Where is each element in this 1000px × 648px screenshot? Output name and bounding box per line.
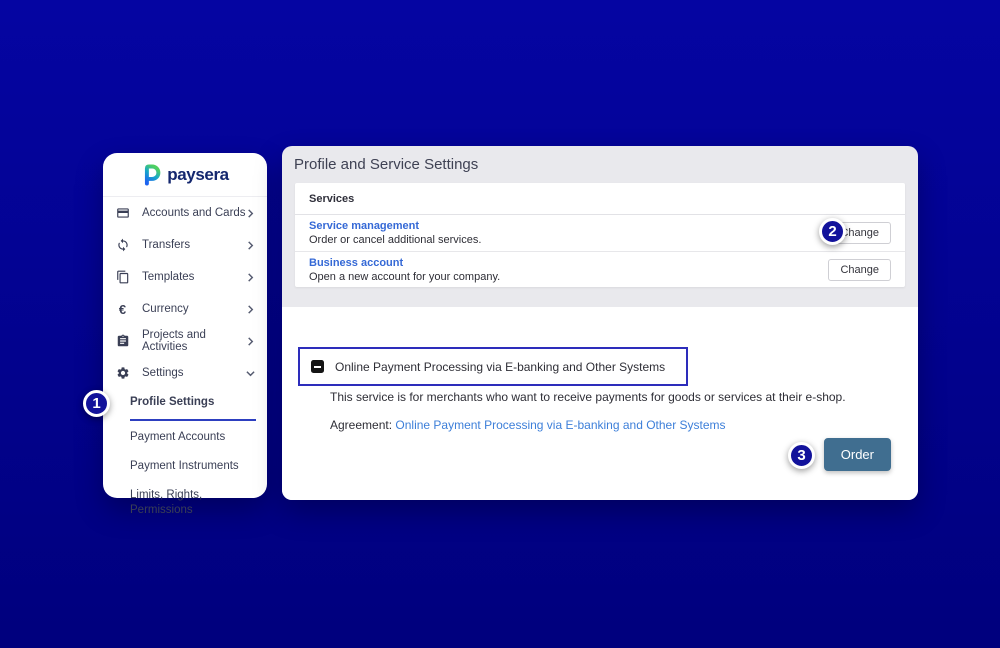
sidebar-item-transfers[interactable]: Transfers [103, 229, 267, 261]
paysera-logomark-icon [141, 163, 162, 187]
service-row-text: Business account Open a new account for … [309, 257, 500, 283]
agreement-label: Agreement: [330, 418, 392, 432]
sidebar-item-payment-accounts[interactable]: Payment Accounts [130, 423, 256, 452]
step-annotation-1: 1 [83, 390, 110, 417]
service-management-link[interactable]: Service management [309, 220, 481, 232]
chevron-right-icon [246, 305, 255, 314]
sidebar-item-label: Currency [142, 303, 246, 315]
service-description: This service is for merchants who want t… [330, 390, 846, 404]
service-row-service-management: Service management Order or cancel addit… [295, 215, 905, 251]
sidebar-item-label: Templates [142, 271, 246, 283]
sidebar-item-label: Accounts and Cards [142, 207, 246, 219]
sidebar-item-profile-settings[interactable]: Profile Settings [130, 389, 256, 421]
service-row-description: Order or cancel additional services. [309, 234, 481, 246]
page-background: paysera Accounts and Cards Transfers [0, 0, 1000, 648]
sidebar-item-limits-rights-permissions[interactable]: Limits, Rights, Permissions [130, 481, 256, 525]
change-button[interactable]: Change [828, 259, 891, 281]
chevron-right-icon [246, 209, 255, 218]
selected-service-box: Online Payment Processing via E-banking … [298, 347, 688, 386]
sidebar-item-currency[interactable]: € Currency [103, 293, 267, 325]
gear-icon [115, 366, 130, 381]
services-section-header: Services [295, 183, 905, 215]
agreement-line: Agreement: Online Payment Processing via… [330, 418, 726, 432]
business-account-link[interactable]: Business account [309, 257, 500, 269]
chevron-right-icon [246, 337, 255, 346]
agreement-link[interactable]: Online Payment Processing via E-banking … [395, 418, 725, 432]
paysera-logo[interactable]: paysera [103, 153, 267, 197]
sidebar-item-label: Transfers [142, 239, 246, 251]
cards-icon [115, 206, 130, 221]
euro-icon: € [115, 302, 130, 317]
settings-submenu: Profile Settings Payment Accounts Paymen… [130, 389, 256, 525]
sidebar-menu: Accounts and Cards Transfers Templates [103, 197, 267, 389]
sidebar-item-settings[interactable]: Settings [103, 357, 267, 389]
service-order-section: Online Payment Processing via E-banking … [282, 307, 918, 500]
templates-icon [115, 270, 130, 285]
step-annotation-2: 2 [819, 218, 846, 245]
sidebar-item-payment-instruments[interactable]: Payment Instruments [130, 452, 256, 481]
transfers-icon [115, 238, 130, 253]
chevron-right-icon [246, 273, 255, 282]
paysera-wordmark: paysera [167, 165, 228, 185]
selected-service-label: Online Payment Processing via E-banking … [335, 360, 665, 374]
service-row-text: Service management Order or cancel addit… [309, 220, 481, 246]
indeterminate-checkbox-icon[interactable] [311, 360, 324, 373]
page-title: Profile and Service Settings [282, 146, 918, 183]
sidebar: paysera Accounts and Cards Transfers [103, 153, 267, 498]
services-card: Services Service management Order or can… [295, 183, 905, 287]
main-panel: Profile and Service Settings Services Se… [282, 146, 918, 500]
projects-icon [115, 334, 130, 349]
chevron-down-icon [246, 369, 255, 378]
chevron-right-icon [246, 241, 255, 250]
sidebar-item-label: Projects and Activities [142, 329, 246, 353]
step-annotation-3: 3 [788, 442, 815, 469]
order-button[interactable]: Order [824, 438, 891, 471]
sidebar-item-projects-and-activities[interactable]: Projects and Activities [103, 325, 267, 357]
service-row-business-account: Business account Open a new account for … [295, 251, 905, 287]
sidebar-item-label: Settings [142, 367, 246, 379]
sidebar-item-templates[interactable]: Templates [103, 261, 267, 293]
service-row-description: Open a new account for your company. [309, 271, 500, 283]
sidebar-item-accounts-and-cards[interactable]: Accounts and Cards [103, 197, 267, 229]
